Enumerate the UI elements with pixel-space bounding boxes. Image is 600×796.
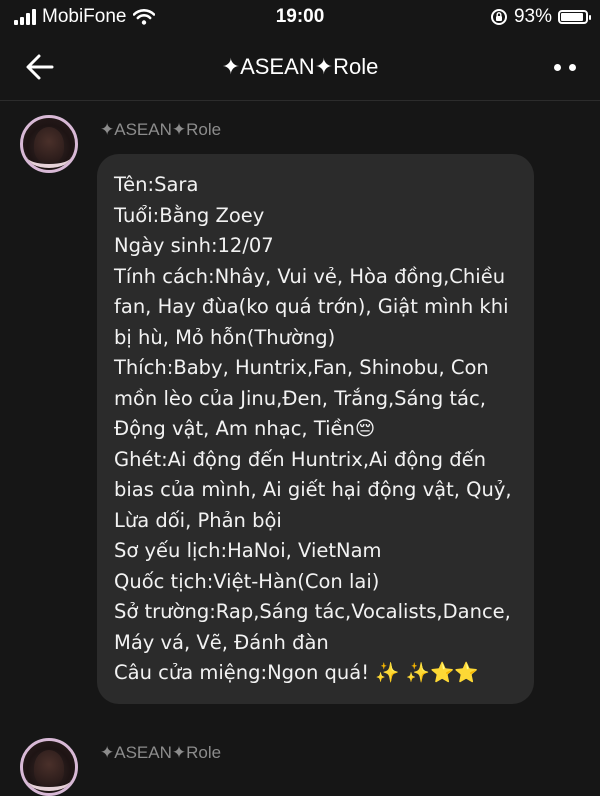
message-line: mồn lèo của Jinu,Đen, Trắng,Sáng tác, bbox=[114, 386, 486, 410]
message-author[interactable]: ✦ASEAN✦Role bbox=[100, 743, 221, 763]
message-line: bị hù, Mỏ hỗn(Thường) bbox=[114, 325, 336, 349]
battery-icon bbox=[558, 10, 591, 24]
message-text: Tên:Sara Tuổi:Bằng Zoey Ngày sinh:12/07 … bbox=[114, 170, 512, 689]
message-line: Tuổi:Bằng Zoey bbox=[114, 203, 265, 227]
orientation-lock-icon bbox=[490, 9, 507, 25]
battery-level bbox=[561, 13, 584, 21]
message-line: Tính cách:Nhây, Vui vẻ, Hòa đồng,Chiều bbox=[114, 264, 506, 288]
status-right: 93% bbox=[490, 6, 591, 28]
message-line: bias của mình, Ai giết hại động vật, Quỷ… bbox=[114, 478, 512, 501]
avatar[interactable] bbox=[20, 115, 78, 173]
message-line: Sơ yếu lịch:HaNoi, VietNam bbox=[114, 539, 382, 562]
message-line: Sở trường:Rap,Sáng tác,Vocalists,Dance, bbox=[114, 600, 511, 623]
message-line: Quốc tịch:Việt-Hàn(Con lai) bbox=[114, 569, 380, 593]
message-line: Ghét:Ai động đến Huntrix,Ai động đến bbox=[114, 447, 486, 471]
message-line: Động vật, Am nhạc, Tiền😔 bbox=[114, 417, 376, 440]
message-bubble[interactable]: Tên:Sara Tuổi:Bằng Zoey Ngày sinh:12/07 … bbox=[97, 154, 534, 704]
message-line: Thích:Baby, Huntrix,Fan, Shinobu, Con bbox=[114, 356, 489, 379]
more-options-button[interactable] bbox=[554, 64, 576, 71]
message-line: Tên:Sara bbox=[114, 173, 199, 196]
battery-percent: 93% bbox=[513, 6, 552, 27]
message-line: Lừa dối, Phản bội bbox=[114, 508, 282, 532]
message-line: Máy vá, Vẽ, Đánh đàn bbox=[114, 630, 329, 654]
page-title: ✦ASEAN✦Role bbox=[221, 54, 379, 79]
more-dots-icon bbox=[554, 64, 561, 71]
status-bar: MobiFone 19:00 93% bbox=[0, 0, 600, 34]
nav-bar: ✦ASEAN✦Role bbox=[0, 34, 600, 101]
message-author[interactable]: ✦ASEAN✦Role bbox=[100, 120, 221, 140]
avatar[interactable] bbox=[20, 738, 78, 796]
message-line: Câu cửa miệng:Ngon quá! ✨ ✨⭐⭐ bbox=[114, 661, 479, 684]
message-line: fan, Hay đùa(ko quá trớn), Giật mình khi bbox=[114, 295, 509, 318]
message-line: Ngày sinh:12/07 bbox=[114, 234, 274, 257]
